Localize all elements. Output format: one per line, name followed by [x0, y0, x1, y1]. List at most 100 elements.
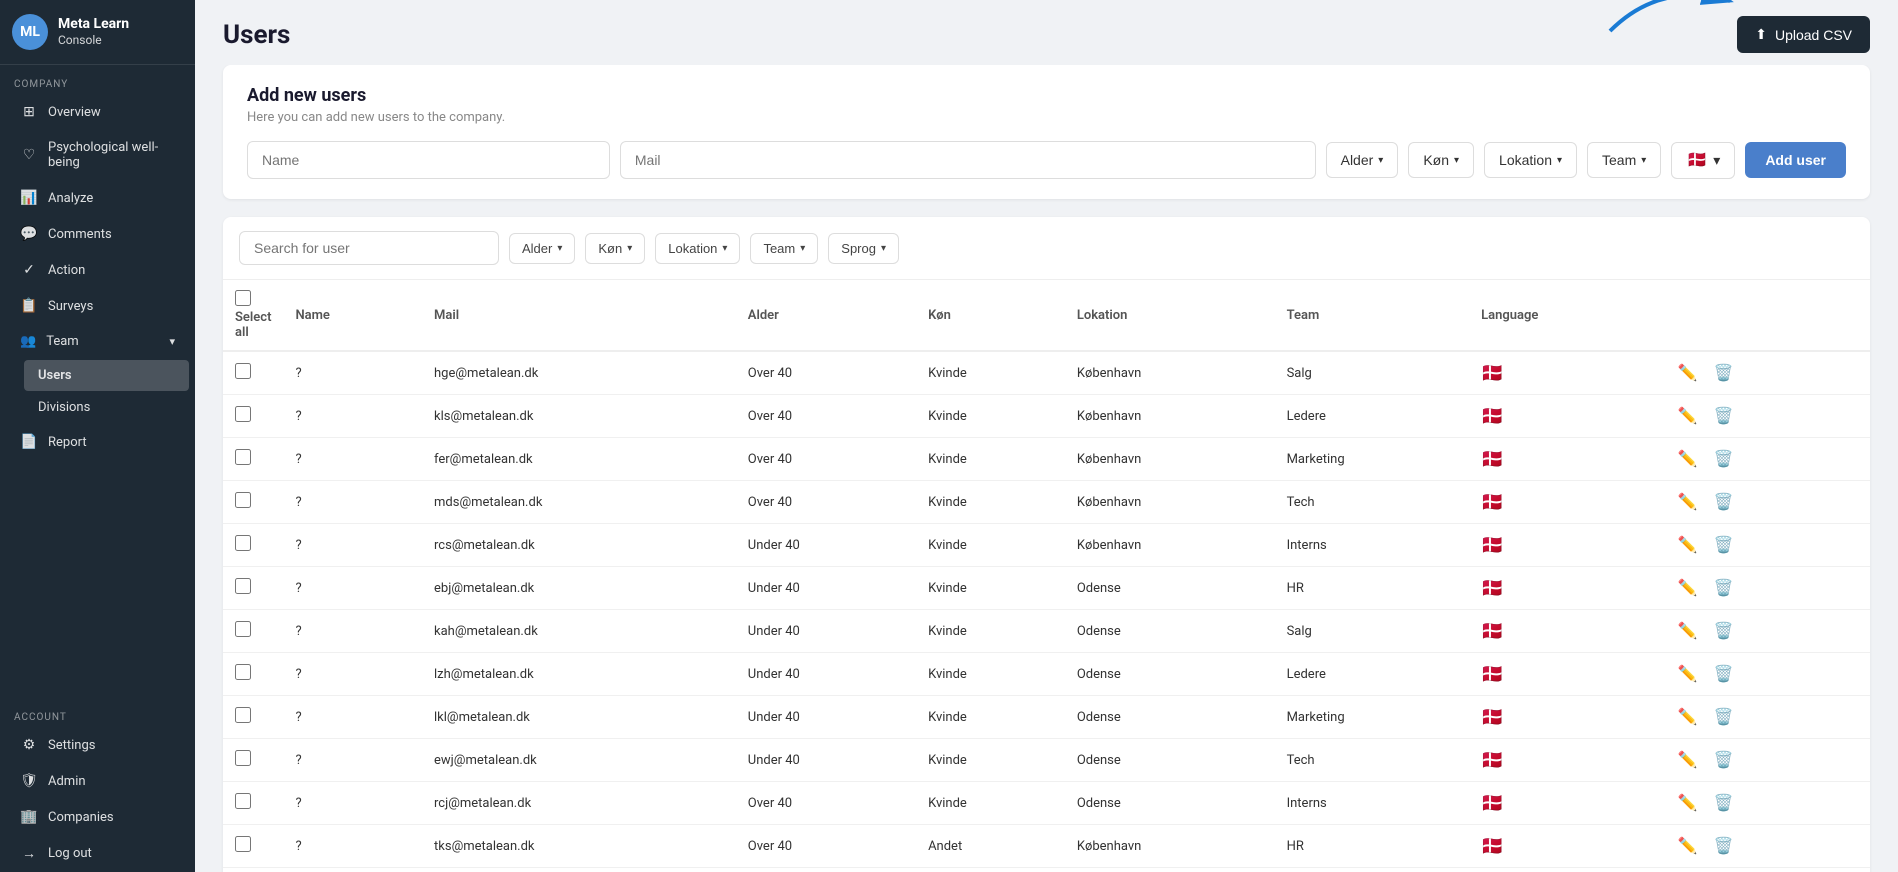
table-row: ? tks@metalean.dk Over 40 Andet Københav…: [223, 825, 1870, 868]
edit-button-9[interactable]: ✏️: [1674, 748, 1702, 772]
row-checkbox-cell: [223, 524, 283, 567]
row-checkbox-2[interactable]: [235, 449, 251, 465]
row-checkbox-3[interactable]: [235, 492, 251, 508]
delete-button-8[interactable]: 🗑️: [1710, 705, 1738, 729]
sprog-filter[interactable]: Sprog: [828, 233, 899, 264]
sidebar-item-report[interactable]: 📄 Report: [6, 425, 189, 459]
sidebar-item-companies[interactable]: 🏢 Companies: [6, 800, 189, 834]
table-row: ? fer@metalean.dk Over 40 Kvinde Københa…: [223, 438, 1870, 481]
alder-filter[interactable]: Alder: [509, 233, 575, 264]
upload-icon: ⬆: [1755, 26, 1767, 43]
settings-icon: ⚙: [20, 737, 38, 753]
sidebar-item-psychological-label: Psychological well-being: [48, 140, 175, 170]
users-table-section: Alder Køn Lokation Team Sprog Select all…: [223, 217, 1870, 872]
delete-button-10[interactable]: 🗑️: [1710, 791, 1738, 815]
sidebar-item-psychological[interactable]: ♡ Psychological well-being: [6, 131, 189, 179]
row-alder: Under 40: [736, 567, 916, 610]
row-actions: ✏️ 🗑️: [1662, 567, 1870, 610]
add-users-card: Add new users Here you can add new users…: [223, 65, 1870, 199]
delete-button-6[interactable]: 🗑️: [1710, 619, 1738, 643]
row-checkbox-1[interactable]: [235, 406, 251, 422]
delete-button-3[interactable]: 🗑️: [1710, 490, 1738, 514]
row-checkbox-4[interactable]: [235, 535, 251, 551]
sidebar-item-surveys[interactable]: 📋 Surveys: [6, 289, 189, 323]
row-checkbox-0[interactable]: [235, 363, 251, 379]
table-row: ? ewj@metalean.dk Under 40 Kvinde Odense…: [223, 739, 1870, 782]
sidebar-item-users[interactable]: Users: [24, 360, 189, 391]
row-checkbox-cell: [223, 610, 283, 653]
table-row: ? ebj@metalean.dk Under 40 Kvinde Odense…: [223, 567, 1870, 610]
row-checkbox-cell: [223, 438, 283, 481]
edit-button-1[interactable]: ✏️: [1674, 404, 1702, 428]
row-checkbox-11[interactable]: [235, 836, 251, 852]
row-kon: Kvinde: [916, 438, 1065, 481]
edit-button-11[interactable]: ✏️: [1674, 834, 1702, 858]
row-checkbox-10[interactable]: [235, 793, 251, 809]
row-lokation: Odense: [1065, 739, 1275, 782]
delete-button-9[interactable]: 🗑️: [1710, 748, 1738, 772]
alder-dropdown-form[interactable]: Alder: [1326, 142, 1399, 178]
delete-button-2[interactable]: 🗑️: [1710, 447, 1738, 471]
table-filters: Alder Køn Lokation Team Sprog: [223, 217, 1870, 280]
edit-button-7[interactable]: ✏️: [1674, 662, 1702, 686]
edit-button-10[interactable]: ✏️: [1674, 791, 1702, 815]
delete-button-7[interactable]: 🗑️: [1710, 662, 1738, 686]
row-team: Ledere: [1275, 395, 1470, 438]
flag-dropdown-form[interactable]: 🇩🇰 ▾: [1671, 142, 1735, 179]
sidebar-item-team[interactable]: 👥 Team ▾: [6, 325, 189, 358]
sidebar-item-analyze[interactable]: 📊 Analyze: [6, 181, 189, 215]
kon-dropdown-form[interactable]: Køn: [1408, 142, 1474, 178]
row-name: ?: [283, 524, 422, 567]
edit-button-2[interactable]: ✏️: [1674, 447, 1702, 471]
delete-button-1[interactable]: 🗑️: [1710, 404, 1738, 428]
sidebar-item-overview[interactable]: ⊞ Overview: [6, 95, 189, 129]
row-checkbox-7[interactable]: [235, 664, 251, 680]
sidebar-item-admin[interactable]: 🛡 Admin: [6, 764, 189, 798]
team-filter[interactable]: Team: [750, 233, 818, 264]
sidebar-item-logout[interactable]: → Log out: [6, 836, 189, 871]
table-row: ? nrn@metalean.dk Over 40 Kvinde Københa…: [223, 868, 1870, 872]
lokation-filter[interactable]: Lokation: [655, 233, 740, 264]
row-kon: Kvinde: [916, 524, 1065, 567]
team-dropdown-form[interactable]: Team: [1587, 142, 1661, 178]
kon-filter[interactable]: Køn: [585, 233, 645, 264]
mail-header: Mail: [422, 280, 736, 351]
row-checkbox-cell: [223, 481, 283, 524]
row-checkbox-6[interactable]: [235, 621, 251, 637]
sidebar-item-divisions[interactable]: Divisions: [24, 392, 189, 423]
edit-button-3[interactable]: ✏️: [1674, 490, 1702, 514]
upload-csv-button[interactable]: ⬆ Upload CSV: [1737, 16, 1870, 53]
lokation-dropdown-form[interactable]: Lokation: [1484, 142, 1577, 178]
edit-button-4[interactable]: ✏️: [1674, 533, 1702, 557]
page-title: Users: [223, 20, 290, 50]
name-input[interactable]: [247, 141, 610, 179]
main-content: Users ⬆ Upload CSV Add new users Here yo…: [195, 0, 1898, 872]
sidebar-item-action[interactable]: ✓ Action: [6, 253, 189, 287]
delete-button-0[interactable]: 🗑️: [1710, 361, 1738, 385]
edit-button-0[interactable]: ✏️: [1674, 361, 1702, 385]
row-checkbox-9[interactable]: [235, 750, 251, 766]
row-lokation: Odense: [1065, 782, 1275, 825]
upload-csv-label: Upload CSV: [1775, 27, 1852, 43]
edit-button-8[interactable]: ✏️: [1674, 705, 1702, 729]
row-checkbox-8[interactable]: [235, 707, 251, 723]
select-all-checkbox[interactable]: [235, 290, 251, 306]
row-checkbox-cell: [223, 868, 283, 872]
add-user-button[interactable]: Add user: [1745, 142, 1846, 178]
row-mail: ewj@metalean.dk: [422, 739, 736, 782]
delete-button-5[interactable]: 🗑️: [1710, 576, 1738, 600]
search-input[interactable]: [239, 231, 499, 265]
row-alder: Over 40: [736, 481, 916, 524]
sidebar-item-comments[interactable]: 💬 Comments: [6, 217, 189, 251]
sidebar-item-settings[interactable]: ⚙ Settings: [6, 728, 189, 762]
sidebar-item-logout-label: Log out: [48, 846, 92, 861]
row-alder: Under 40: [736, 653, 916, 696]
row-actions: ✏️ 🗑️: [1662, 351, 1870, 395]
edit-button-5[interactable]: ✏️: [1674, 576, 1702, 600]
row-checkbox-5[interactable]: [235, 578, 251, 594]
sidebar-logo[interactable]: ML Meta Learn Console: [0, 0, 195, 65]
mail-input[interactable]: [620, 141, 1316, 179]
delete-button-11[interactable]: 🗑️: [1710, 834, 1738, 858]
delete-button-4[interactable]: 🗑️: [1710, 533, 1738, 557]
edit-button-6[interactable]: ✏️: [1674, 619, 1702, 643]
